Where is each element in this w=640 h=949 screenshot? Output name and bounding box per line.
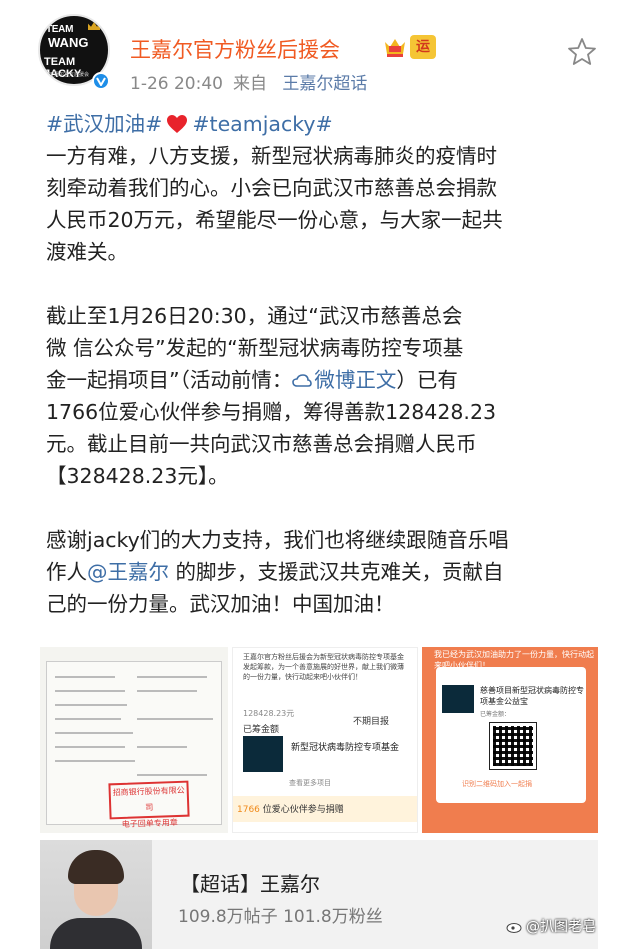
link-icon — [292, 374, 313, 387]
project-thumbnail — [243, 736, 283, 772]
doc-line — [55, 690, 125, 692]
text-line: 感谢jacky们的大力支持，我们也将继续跟随音乐唱 — [46, 528, 509, 552]
paragraph-2: 截止至1月26日20:30，通过“武汉市慈善总会 微 信公众号”发起的“新型冠状… — [46, 300, 616, 492]
donation-amount: 128428.23元 — [243, 709, 295, 718]
text-line: 己的一份力量。武汉加油！中国加油！ — [46, 592, 395, 616]
weibo-post-link[interactable]: 微博正文 — [292, 368, 396, 392]
text-line: 微 信公众号”发起的“新型冠状病毒防控专项基 — [46, 336, 464, 360]
watermark: @扒图老皂 — [506, 916, 596, 936]
weibo-logo-icon — [506, 923, 522, 933]
doc-line — [55, 732, 133, 734]
weibo-post-link-label: 微博正文 — [314, 368, 397, 392]
text-line: 1766位爱心伙伴参与捐赠，筹得善款128428.23 — [46, 400, 497, 424]
gallery-image-donation-page[interactable]: 王嘉尔官方粉丝后援会为新型冠状病毒防控专项基金发起筹款，为一个善意施展的好世界，… — [232, 647, 418, 833]
avatar-text-team: TEAM — [46, 24, 74, 35]
mention-link[interactable]: @王嘉尔 — [87, 560, 169, 584]
crown-icon — [88, 22, 100, 30]
doc-line — [55, 718, 121, 720]
favorite-star-icon[interactable] — [566, 36, 598, 68]
qr-card-title: 慈善项目新型冠状病毒防控专项基金公益宝 — [480, 686, 584, 706]
qr-code-icon — [489, 722, 537, 770]
supertopic-title: 【超话】王嘉尔 — [180, 872, 320, 896]
verified-icon — [92, 72, 110, 90]
gallery-image-qr-card[interactable]: 我已经为武汉加油助力了一份力量，快行动起来吧小伙伴们！ 慈善项目新型冠状病毒防控… — [422, 647, 598, 833]
text-span: 的脚步，支援武汉共克难关，贡献自 — [169, 560, 504, 584]
text-line: 元。截止目前一共向武汉市慈善总会捐赠人民币 — [46, 432, 477, 456]
project-title: 新型冠状病毒防控专项基金 — [291, 743, 400, 753]
doc-line — [55, 760, 135, 762]
heart-icon — [167, 115, 188, 133]
doc-line — [55, 676, 115, 678]
text-span: 作人 — [46, 560, 87, 584]
paragraph-1: 一方有难，八方支援，新型冠状病毒肺炎的疫情时 刻牵动着我们的心。小会已向武汉市慈… — [46, 140, 616, 268]
qr-card: 慈善项目新型冠状病毒防控专项基金公益宝 已筹金额： 识别二维码加入一起捐 — [436, 667, 586, 803]
more-projects-link: 查看更多项目 — [289, 779, 331, 787]
donor-count-label: 位爱心伙伴参与捐赠 — [262, 805, 344, 815]
avatar-hair — [68, 850, 124, 884]
receipt-document: 招商银行股份有限公司 电子回单专用章 — [46, 661, 222, 829]
text-line: 刻牵动着我们的心。小会已向武汉市慈善总会捐款 — [46, 176, 497, 200]
image-gallery: 招商银行股份有限公司 电子回单专用章 王嘉尔官方粉丝后援会为新型冠状病毒防控专项… — [40, 647, 598, 833]
avatar-text-sub: 王嘉尔官方后援会 — [49, 72, 90, 78]
source-link[interactable]: 王嘉尔超话 — [282, 74, 367, 94]
avatar-text-wang: WANG — [48, 35, 89, 50]
doc-line — [137, 690, 197, 692]
gallery-image-receipt[interactable]: 招商银行股份有限公司 电子回单专用章 — [40, 647, 228, 833]
post-header: TEAM WANG TEAM JACKY 王嘉尔官方后援会 王嘉尔官方粉丝后援会… — [0, 0, 640, 108]
text-line: 金一起捐项目”（活动前情： 微博正文）已有 — [46, 364, 616, 396]
donor-count-text: 1766 位爱心伙伴参与捐赠 — [237, 802, 344, 815]
text-line: 作人@王嘉尔 的脚步，支援武汉共克难关，贡献自 — [46, 556, 616, 588]
bank-stamp: 招商银行股份有限公司 电子回单专用章 — [108, 780, 190, 829]
qr-card-footer: 识别二维码加入一起捐 — [462, 780, 532, 788]
hashtag-teamjacky[interactable]: #teamjacky# — [192, 112, 332, 136]
post-meta: 1-26 20:40 来自 王嘉尔超话 — [130, 69, 377, 94]
doc-line — [137, 746, 187, 748]
doc-line — [55, 746, 125, 748]
donation-raised-label: 已筹金额 — [243, 725, 280, 735]
text-line: 人民币20万元，希望能尽一份心意，与大家一起共 — [46, 208, 503, 232]
text-line: 【328428.23元】。 — [46, 464, 229, 488]
doc-line — [137, 774, 207, 776]
text-span: 金一起捐项目”（活动前情： — [46, 368, 293, 392]
qr-card-thumbnail — [442, 685, 474, 713]
text-line: 截止至1月26日20:30，通过“武汉市慈善总会 — [46, 304, 463, 328]
avatar-body — [50, 918, 142, 949]
paragraph-3: 感谢jacky们的大力支持，我们也将继续跟随音乐唱 作人@王嘉尔 的脚步，支援武… — [46, 524, 616, 620]
doc-line — [55, 704, 127, 706]
donation-report-label: 不期目报 — [353, 717, 390, 727]
account-name[interactable]: 王嘉尔官方粉丝后援会 — [130, 34, 340, 64]
supertopic-stats: 109.8万帖子 101.8万粉丝 — [178, 907, 383, 927]
hashtag-wuhan[interactable]: #武汉加油# — [46, 112, 162, 136]
vip-crown-icon — [385, 39, 405, 57]
qr-card-subtitle: 已筹金额： — [480, 711, 511, 718]
post-body: #武汉加油# #teamjacky# 一方有难，八方支援，新型冠状病毒肺炎的疫情时… — [46, 108, 616, 652]
text-line: 渡难关。 — [46, 240, 128, 264]
post-time: 1-26 20:40 — [130, 74, 223, 94]
doc-line — [137, 676, 207, 678]
doc-line — [137, 718, 213, 720]
donation-header-text: 王嘉尔官方粉丝后援会为新型冠状病毒防控专项基金发起筹款，为一个善意施展的好世界，… — [243, 653, 404, 681]
supertopic-avatar — [40, 840, 152, 949]
donor-count: 1766 — [237, 805, 260, 815]
stamp-line: 招商银行股份有限公司 — [112, 785, 185, 813]
stamp-line: 电子回单专用章 — [121, 818, 178, 829]
source-prefix: 来自 — [232, 74, 267, 94]
hashtag-line: #武汉加油# #teamjacky# — [46, 108, 616, 140]
text-span: ）已有 — [396, 368, 458, 392]
fan-badge: 运 — [410, 35, 436, 59]
watermark-text: @扒图老皂 — [526, 919, 596, 935]
text-line: 一方有难，八方支援，新型冠状病毒肺炎的疫情时 — [46, 144, 497, 168]
